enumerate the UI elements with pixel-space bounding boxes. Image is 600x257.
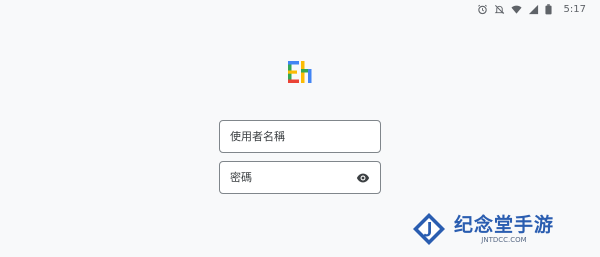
watermark: 纪念堂手游 JNTDCC.COM bbox=[412, 212, 554, 246]
username-input[interactable] bbox=[230, 130, 370, 143]
status-time: 5:17 bbox=[563, 3, 586, 15]
watermark-title: 纪念堂手游 bbox=[454, 213, 555, 236]
alarm-icon bbox=[477, 4, 488, 15]
watermark-subtitle: JNTDCC.COM bbox=[481, 235, 527, 244]
username-field[interactable] bbox=[219, 120, 381, 153]
password-input[interactable] bbox=[230, 171, 356, 184]
app-logo bbox=[286, 58, 314, 86]
watermark-badge-icon bbox=[412, 212, 446, 246]
signal-icon bbox=[528, 4, 539, 15]
wifi-icon bbox=[510, 4, 522, 15]
silent-icon bbox=[494, 4, 505, 15]
password-field[interactable] bbox=[219, 161, 381, 194]
status-bar: 5:17 bbox=[0, 0, 600, 18]
battery-icon bbox=[544, 3, 556, 15]
eye-icon[interactable] bbox=[356, 171, 370, 185]
